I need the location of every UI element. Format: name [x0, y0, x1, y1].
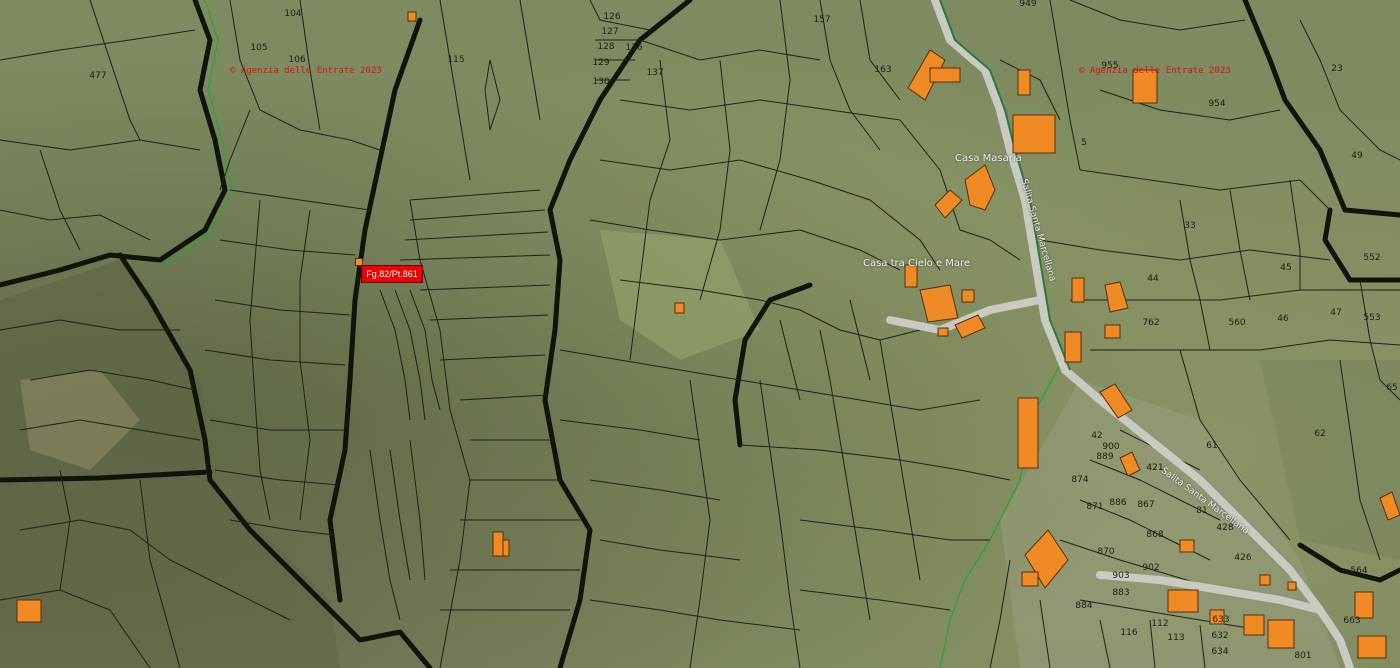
parcel-number: 46 [1277, 314, 1289, 324]
parcel-number: 115 [447, 55, 465, 65]
parcel-number: 163 [874, 65, 892, 75]
parcel-number: 129 [592, 58, 610, 68]
parcel-number: 23 [1331, 64, 1343, 74]
parcel-number: 127 [601, 27, 619, 37]
parcel-number: 949 [1019, 0, 1037, 9]
parcel-number: 61 [1206, 441, 1218, 451]
parcel-number: 955 [1101, 61, 1119, 71]
parcel-number: 33 [1184, 221, 1196, 231]
parcel-number: 65 [1386, 383, 1398, 393]
parcel-number: 560 [1228, 318, 1246, 328]
parcel-number: 632 [1211, 631, 1229, 641]
parcel-number: 105 [250, 43, 268, 53]
selected-parcel-marker[interactable]: Fg.82/Pt.861 [361, 265, 423, 283]
parcel-number: 886 [1109, 498, 1127, 508]
parcel-number: 104 [284, 9, 302, 19]
parcel-number: 954 [1208, 99, 1226, 109]
parcel-number: 113 [1167, 633, 1185, 643]
parcel-number: 867 [1137, 500, 1155, 510]
parcel-number: 421 [1146, 463, 1164, 473]
place-name-casa-cielo-mare: Casa tra Cielo e Mare [863, 258, 971, 269]
parcel-number: 47 [1330, 308, 1342, 318]
parcel-number: 137 [646, 68, 664, 78]
parcel-number: 44 [1147, 274, 1159, 284]
parcel-number: 633 [1212, 615, 1230, 625]
parcel-number: 801 [1294, 651, 1312, 661]
parcel-number: 116 [1120, 628, 1138, 638]
parcel-number: 62 [1314, 429, 1326, 439]
parcel-number: 868 [1146, 530, 1164, 540]
parcel-number: 42 [1091, 431, 1103, 441]
parcel-number: 136 [625, 43, 643, 53]
place-name-casa-masaria: Casa Masaria [955, 153, 1022, 164]
copyright-notice-left: © Agenzia delle Entrate 2023 [230, 66, 382, 76]
parcel-number: 49 [1351, 151, 1363, 161]
parcel-number: 903 [1112, 571, 1130, 581]
parcel-number: 564 [1350, 566, 1368, 576]
parcel-number: 870 [1097, 547, 1115, 557]
parcel-number: 477 [89, 71, 107, 81]
parcel-number: 45 [1280, 263, 1292, 273]
parcel-number: 900 [1102, 442, 1120, 452]
parcel-layer [0, 0, 1400, 668]
parcel-number: 81 [1196, 506, 1208, 516]
parcel-number: 5 [1081, 138, 1087, 148]
parcel-number: 884 [1075, 601, 1093, 611]
parcel-number: 428 [1216, 523, 1234, 533]
parcel-number: 902 [1142, 563, 1160, 573]
parcel-number: 426 [1234, 553, 1252, 563]
parcel-number: 552 [1363, 253, 1381, 263]
parcel-number: 634 [1211, 647, 1229, 657]
parcel-number: 889 [1096, 452, 1114, 462]
parcel-number: 106 [288, 55, 306, 65]
parcel-number: 128 [597, 42, 615, 52]
parcel-number: 883 [1112, 588, 1130, 598]
parcel-number: 663 [1343, 616, 1361, 626]
parcel-number: 157 [813, 15, 831, 25]
parcel-number: 112 [1151, 619, 1169, 629]
parcel-number: 553 [1363, 313, 1381, 323]
cadastral-map[interactable]: © Agenzia delle Entrate 2023 © Agenzia d… [0, 0, 1400, 668]
parcel-number: 126 [603, 12, 621, 22]
parcel-number: 874 [1071, 475, 1089, 485]
parcel-number: 130 [592, 77, 610, 87]
parcel-number: 762 [1142, 318, 1160, 328]
parcel-number: 871 [1086, 502, 1104, 512]
